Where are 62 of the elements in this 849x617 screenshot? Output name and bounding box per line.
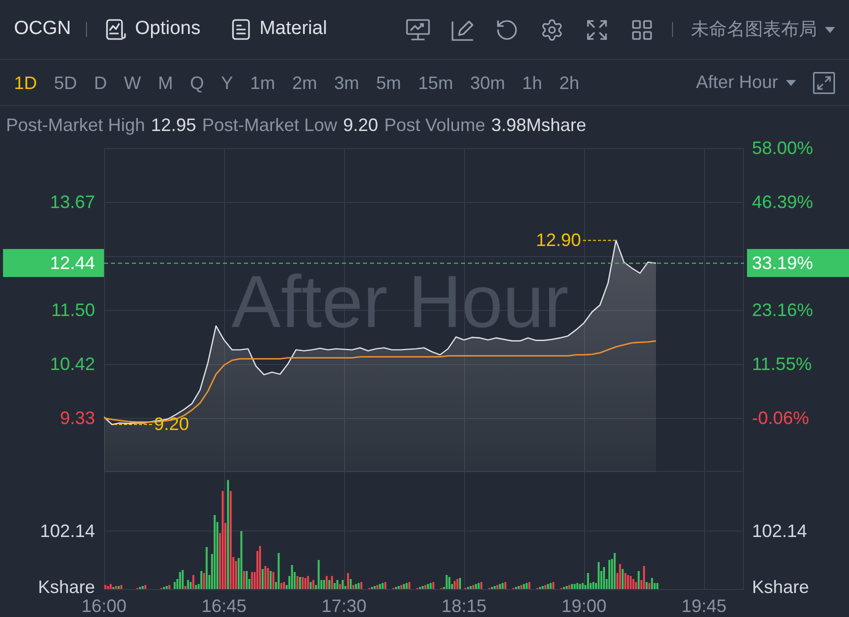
stat-label: Post Volume (384, 114, 486, 136)
period-tab[interactable]: Y (221, 72, 234, 94)
time-axis-label: 19:45 (681, 597, 727, 615)
time-axis-label: 18:15 (441, 597, 487, 615)
percent-axis-label: 46.39% (752, 192, 814, 212)
ticker-symbol: OCGN (14, 17, 71, 42)
last-change-tag: 33.19% (747, 249, 849, 278)
refresh-icon[interactable] (495, 18, 519, 42)
period-tab[interactable]: 30m (470, 72, 506, 94)
time-axis-label: 19:00 (561, 597, 607, 615)
period-tab[interactable]: 5m (376, 72, 402, 94)
leader-line (114, 424, 152, 425)
pencil-icon[interactable] (451, 18, 474, 40)
volume-unit-label: Kshare (752, 578, 810, 596)
document-chart-icon (106, 19, 126, 40)
period-tab[interactable]: M (158, 72, 174, 94)
stat-value: 3.98Mshare (491, 114, 586, 136)
caret-icon (825, 26, 835, 32)
stat-label: Post-Market Low (202, 114, 338, 136)
stat-value: 12.95 (151, 114, 196, 136)
volume-unit-label: Kshare (38, 578, 95, 596)
period-tab[interactable]: 1m (250, 72, 276, 94)
time-axis-label: 16:45 (201, 597, 247, 615)
percent-axis-label: 23.16% (752, 300, 814, 320)
time-axis-label: 17:30 (321, 597, 367, 615)
percent-axis-label: -0.06% (752, 408, 810, 428)
percent-axis-label: 11.55% (752, 354, 812, 374)
period-tab[interactable]: 15m (418, 72, 454, 94)
period-tab[interactable]: 2m (292, 72, 318, 94)
expand-icon[interactable] (585, 18, 609, 42)
period-tab[interactable]: D (94, 72, 108, 94)
high-price-label: 12.90 (536, 231, 581, 250)
session-dropdown[interactable]: After Hour (696, 69, 796, 96)
period-tab[interactable]: 1h (522, 72, 542, 94)
price-axis-label: 10.42 (48, 354, 95, 374)
last-price-tag: 12.44 (3, 249, 104, 278)
monitor-chart-icon[interactable] (406, 18, 430, 40)
volume-axis-label: 102.14 (40, 521, 95, 541)
settings-icon[interactable] (540, 18, 564, 42)
stat-label: Post-Market High (6, 114, 146, 137)
period-tab[interactable]: W (124, 72, 142, 94)
time-axis-label: 16:00 (81, 597, 127, 615)
period-tab[interactable]: 5D (54, 72, 78, 94)
stat-value: 9.20 (343, 114, 378, 136)
percent-axis-label: 58.00% (752, 138, 814, 158)
leader-line (582, 240, 616, 241)
document-icon (232, 19, 250, 40)
price-axis-label: 13.67 (48, 192, 95, 212)
low-price-label: 9.20 (154, 415, 190, 434)
period-tab[interactable]: 1D (14, 72, 38, 94)
price-axis-label: 11.50 (50, 300, 95, 320)
options-button[interactable]: Options (106, 15, 200, 44)
resize-icon[interactable] (813, 72, 835, 94)
grid-icon[interactable] (630, 18, 654, 42)
layout-dropdown[interactable]: 未命名图表布局 (691, 16, 835, 43)
caret-icon (786, 80, 796, 86)
volume-axis-label: 102.14 (752, 521, 808, 541)
period-tab[interactable]: 3m (334, 72, 360, 94)
material-button[interactable]: Material (232, 15, 328, 44)
period-tab[interactable]: 2h (559, 72, 580, 94)
price-axis-label: 9.33 (58, 408, 95, 428)
period-tab[interactable]: Q (190, 72, 204, 94)
